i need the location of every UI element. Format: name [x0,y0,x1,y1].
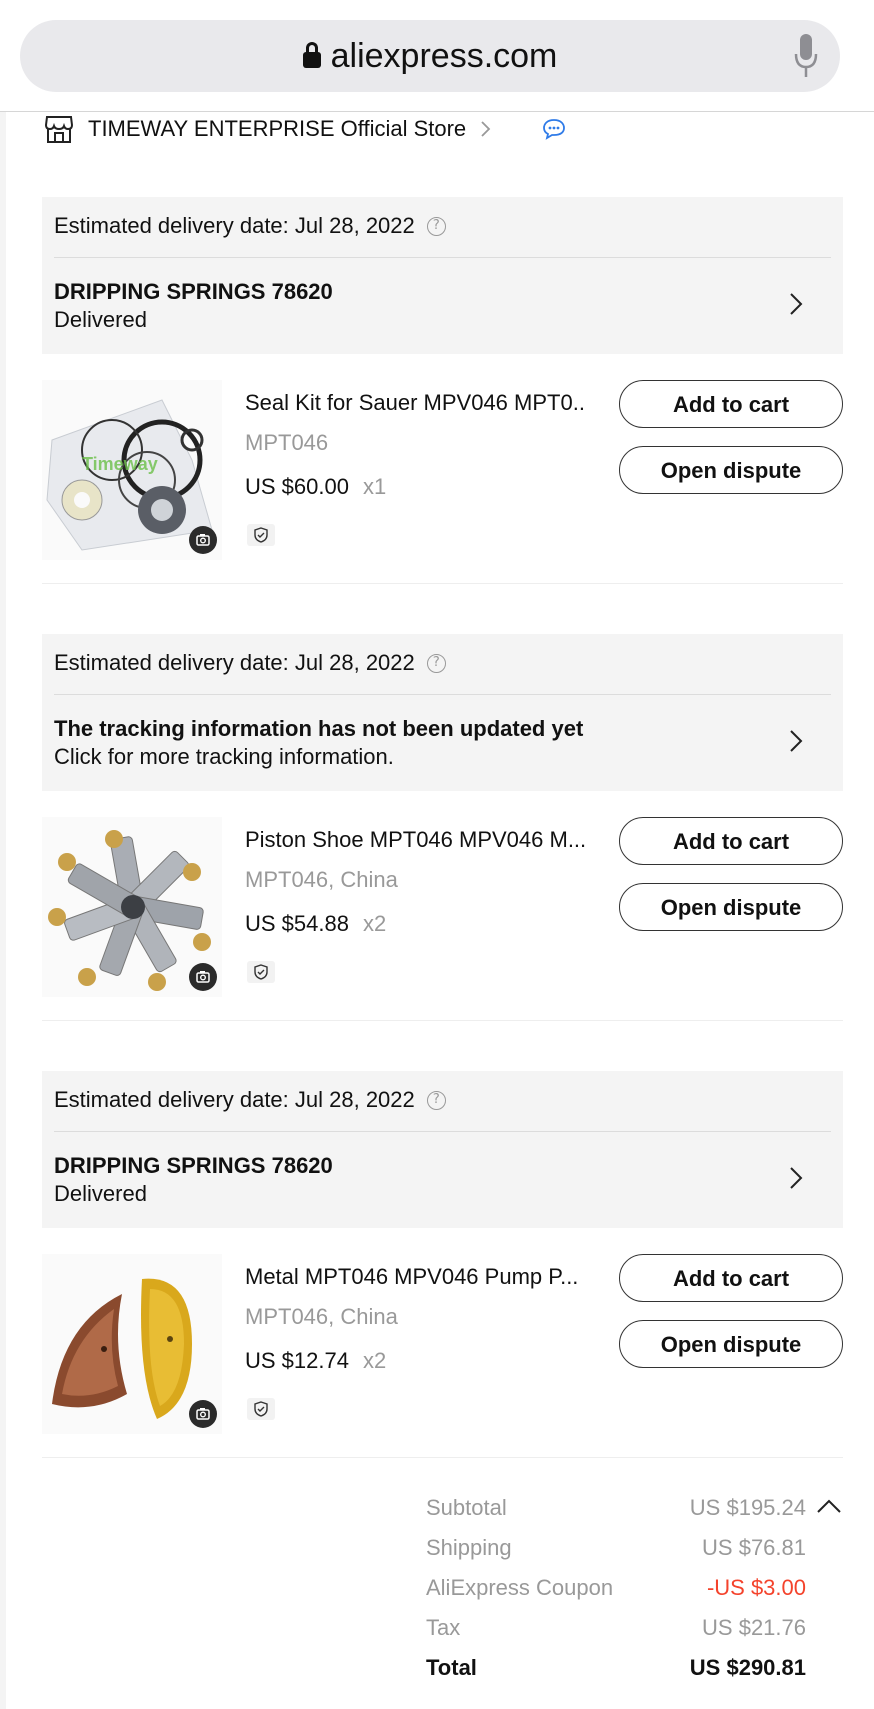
store-header[interactable]: TIMEWAY ENTERPRISE Official Store [44,112,566,146]
item-divider [42,1457,843,1458]
subtotal-value: US $195.24 [689,1495,806,1520]
microphone-icon[interactable] [794,34,818,78]
item-divider [42,1020,843,1021]
product-quantity: x2 [362,1348,387,1373]
estimated-delivery-text: Estimated delivery date: Jul 28, 2022 [54,1087,415,1112]
browser-toolbar: aliexpress.com [0,0,874,112]
product-price-row: US $54.88 x2 [245,911,386,937]
add-to-cart-button[interactable]: Add to cart [619,1254,843,1302]
open-dispute-button[interactable]: Open dispute [619,883,843,931]
product-title[interactable]: Metal MPT046 MPV046 Pump P... [245,1264,585,1290]
product-quantity: x2 [362,911,387,936]
url-label: aliexpress.com [330,37,558,75]
address-text[interactable]: aliexpress.com [20,20,840,92]
estimated-delivery: Estimated delivery date: Jul 28, 2022 ? [54,1087,446,1113]
camera-icon[interactable] [189,963,217,991]
chevron-right-icon[interactable] [480,120,492,138]
shield-icon [254,964,268,980]
divider [54,1131,831,1132]
estimated-delivery-text: Estimated delivery date: Jul 28, 2022 [54,650,415,675]
shipping-value: US $76.81 [702,1535,806,1560]
product-price: US $12.74 [245,1348,349,1373]
product-variant: MPT046, China [245,1304,398,1329]
tracking-title: DRIPPING SPRINGS 78620 [54,279,333,304]
buyer-protection-badge[interactable] [247,524,275,546]
svg-text:Timeway: Timeway [82,454,158,474]
delivery-panel[interactable]: Estimated delivery date: Jul 28, 2022 ? … [42,634,843,791]
estimated-delivery: Estimated delivery date: Jul 28, 2022 ? [54,213,446,239]
product-variant: MPT046, China [245,867,398,892]
product-variant: MPT046 [245,430,329,455]
tax-label: Tax [426,1615,461,1640]
chevron-right-icon[interactable] [789,292,803,316]
item-divider [42,583,843,584]
add-to-cart-button[interactable]: Add to cart [619,817,843,865]
product-title[interactable]: Piston Shoe MPT046 MPV046 M... [245,827,585,853]
coupon-row: AliExpress Coupon -US $3.00 [426,1575,806,1607]
camera-icon[interactable] [189,1400,217,1428]
tracking-title: The tracking information has not been up… [54,716,584,741]
product-price-row: US $12.74 x2 [245,1348,386,1374]
store-icon [44,116,74,143]
shield-icon [254,527,268,543]
total-row: Total US $290.81 [426,1655,806,1687]
order-item: Timeway Seal Kit for Sauer MPV046 MPT0..… [42,380,843,575]
order-item: Metal MPT046 MPV046 Pump P... MPT046, Ch… [42,1254,843,1449]
buyer-protection-badge[interactable] [247,1398,275,1420]
divider [54,694,831,695]
tracking-status: Click for more tracking information. [54,744,394,769]
total-value: US $290.81 [689,1655,806,1680]
order-item: Piston Shoe MPT046 MPV046 M... MPT046, C… [42,817,843,1012]
product-price: US $60.00 [245,474,349,499]
buyer-protection-badge[interactable] [247,961,275,983]
page-edge [0,112,6,1709]
add-to-cart-button[interactable]: Add to cart [619,380,843,428]
collapse-caret-icon[interactable] [816,1498,842,1514]
chevron-right-icon[interactable] [789,729,803,753]
subtotal-label: Subtotal [426,1495,507,1520]
help-icon[interactable]: ? [426,216,446,236]
tax-row: Tax US $21.76 [426,1615,806,1647]
chat-icon[interactable] [542,118,566,140]
subtotal-row: Subtotal US $195.24 [426,1495,806,1527]
camera-icon[interactable] [189,526,217,554]
help-icon[interactable]: ? [426,653,446,673]
address-bar[interactable]: aliexpress.com [20,20,840,92]
estimated-delivery: Estimated delivery date: Jul 28, 2022 ? [54,650,446,676]
help-icon[interactable]: ? [426,1090,446,1110]
shield-icon [254,1401,268,1417]
coupon-value: -US $3.00 [706,1575,806,1600]
tracking-title: DRIPPING SPRINGS 78620 [54,1153,333,1178]
delivery-panel[interactable]: Estimated delivery date: Jul 28, 2022 ? … [42,1071,843,1228]
coupon-label: AliExpress Coupon [426,1575,614,1600]
product-price: US $54.88 [245,911,349,936]
product-title[interactable]: Seal Kit for Sauer MPV046 MPT0... [245,390,585,416]
tax-value: US $21.76 [702,1615,806,1640]
open-dispute-button[interactable]: Open dispute [619,1320,843,1368]
estimated-delivery-text: Estimated delivery date: Jul 28, 2022 [54,213,415,238]
total-label: Total [426,1655,477,1680]
delivery-panel[interactable]: Estimated delivery date: Jul 28, 2022 ? … [42,197,843,354]
shipping-label: Shipping [426,1535,512,1560]
shipping-row: Shipping US $76.81 [426,1535,806,1567]
divider [54,257,831,258]
product-quantity: x1 [362,474,387,499]
product-price-row: US $60.00 x1 [245,474,386,500]
lock-icon [302,42,321,68]
chevron-right-icon[interactable] [789,1166,803,1190]
tracking-status: Delivered [54,307,147,332]
store-name[interactable]: TIMEWAY ENTERPRISE Official Store [88,116,466,142]
open-dispute-button[interactable]: Open dispute [619,446,843,494]
tracking-status: Delivered [54,1181,147,1206]
